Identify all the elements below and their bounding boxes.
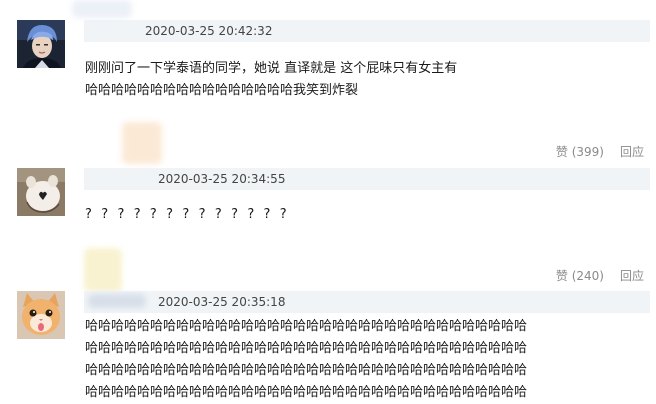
person-portrait-avatar-icon [17, 20, 65, 68]
cat-avatar-icon [17, 291, 65, 339]
blurred-username[interactable] [72, 0, 132, 18]
comment-text: 刚刚问了一下学泰语的同学，她说 直译就是 这个屁味只有女主有 哈哈哈哈哈哈哈哈哈… [85, 58, 648, 102]
reply-button[interactable]: 回应 [620, 269, 644, 283]
blurred-username-text [88, 294, 146, 308]
cute-bag-avatar-icon [17, 168, 65, 216]
like-button[interactable]: 赞 (240) [556, 269, 604, 283]
reply-button[interactable]: 回应 [620, 145, 644, 159]
user-avatar[interactable] [17, 20, 65, 68]
comment-line: 哈哈哈哈哈哈哈哈哈哈哈哈哈哈哈哈哈哈哈哈哈哈哈哈哈哈哈哈哈哈哈哈哈哈 [85, 319, 528, 334]
comment-line: 刚刚问了一下学泰语的同学，她说 直译就是 这个屁味只有女主有 [85, 61, 458, 76]
comment-line: ? ? ? ? ? ? ? ? ? ? ? ? ? [85, 207, 290, 222]
comment-timestamp: 2020-03-25 20:34:55 [158, 172, 286, 186]
comment-actions: 赞 (240) 回应 [556, 267, 644, 284]
comment-text: 哈哈哈哈哈哈哈哈哈哈哈哈哈哈哈哈哈哈哈哈哈哈哈哈哈哈哈哈哈哈哈哈哈哈 哈哈哈哈哈… [85, 316, 648, 404]
comment-item: 2020-03-25 20:42:32 刚刚问了一下学泰语的同学，她说 直译就是… [0, 0, 656, 159]
like-button[interactable]: 赞 (399) [556, 145, 604, 159]
comment-item: 2020-03-25 20:35:18 哈哈哈哈哈哈哈哈哈哈哈哈哈哈哈哈哈哈哈哈… [0, 248, 656, 404]
user-avatar[interactable] [17, 291, 65, 339]
comment-line: 哈哈哈哈哈哈哈哈哈哈哈哈哈哈哈哈哈哈哈哈哈哈哈哈哈哈哈哈哈哈哈哈哈哈 [85, 341, 528, 356]
user-avatar[interactable] [17, 168, 65, 216]
comment-text: ? ? ? ? ? ? ? ? ? ? ? ? ? [85, 204, 648, 226]
comment-timestamp: 2020-03-25 20:35:18 [158, 295, 286, 309]
comment-line: 哈哈哈哈哈哈哈哈哈哈哈哈哈哈哈哈哈哈哈哈哈哈哈哈哈哈哈哈哈哈哈哈哈哈 [85, 363, 528, 378]
blurred-username[interactable] [84, 248, 122, 292]
blurred-username[interactable] [122, 122, 162, 164]
comment-line: 哈哈哈哈哈哈哈哈哈哈哈哈哈哈哈哈我笑到炸裂 [85, 83, 359, 98]
comment-timestamp: 2020-03-25 20:42:32 [145, 24, 273, 38]
comment-line: 哈哈哈哈哈哈哈哈哈哈哈哈哈哈哈哈哈哈哈哈哈哈哈哈哈哈哈哈哈哈哈哈哈哈 [85, 385, 528, 400]
